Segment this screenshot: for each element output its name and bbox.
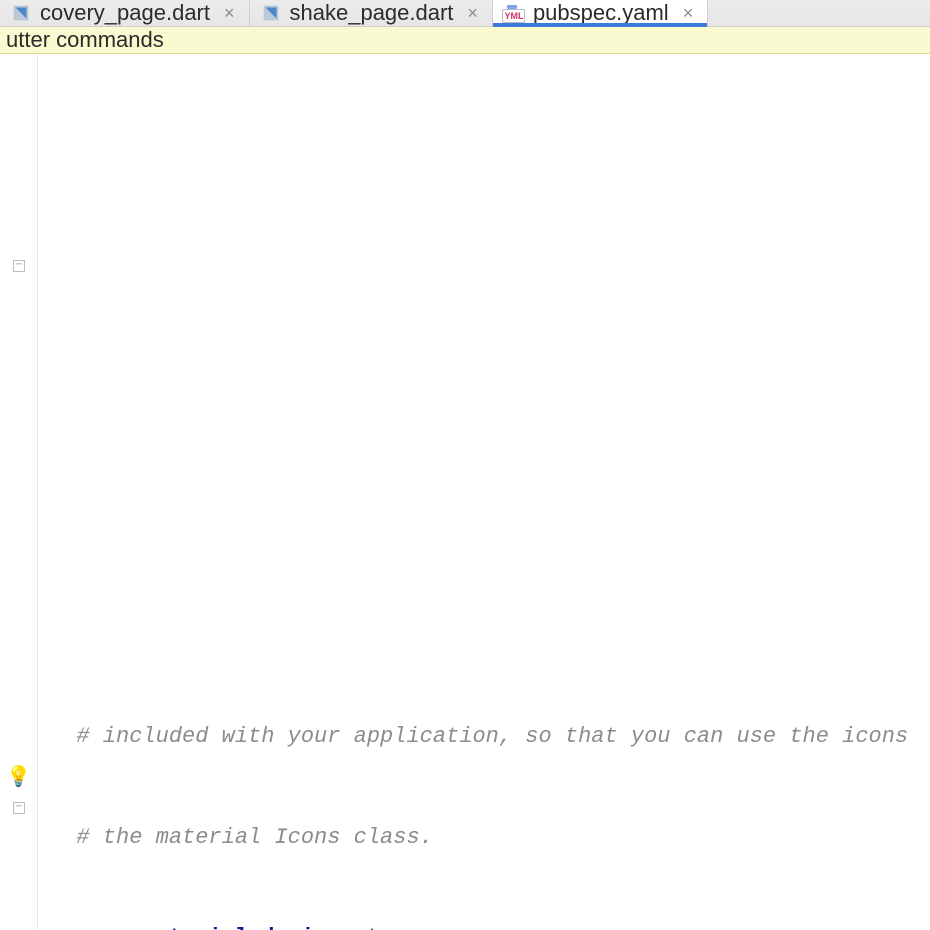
tab-label: covery_page.dart: [40, 0, 210, 26]
code-comment: # the material Icons class.: [76, 825, 432, 850]
tab-pubspec-yaml[interactable]: YML pubspec.yaml ×: [493, 0, 708, 26]
dart-file-icon: [10, 2, 32, 24]
close-icon[interactable]: ×: [683, 3, 694, 24]
tab-label: shake_page.dart: [290, 0, 454, 26]
flutter-commands-banner[interactable]: utter commands: [0, 27, 930, 54]
editor-gutter: ─ 💡 ─: [0, 54, 38, 930]
tab-covery-page[interactable]: covery_page.dart ×: [0, 0, 250, 26]
code-comment: # included with your application, so tha…: [76, 724, 908, 749]
tab-label: pubspec.yaml: [533, 0, 669, 26]
close-icon[interactable]: ×: [224, 3, 235, 24]
editor-tab-bar: covery_page.dart × shake_page.dart × YML…: [0, 0, 930, 27]
fold-toggle-icon[interactable]: ─: [13, 802, 25, 814]
dart-file-icon: [260, 2, 282, 24]
ide-window: { "tabs": [ { "label": "covery_page.dart…: [0, 0, 930, 930]
banner-text: utter commands: [6, 27, 164, 53]
intention-bulb-icon[interactable]: 💡: [6, 764, 31, 790]
code-editor[interactable]: # included with your application, so tha…: [38, 54, 930, 930]
editor-area[interactable]: ─ 💡 ─ # included with your application, …: [0, 54, 930, 930]
yaml-file-icon: YML: [503, 2, 525, 24]
fold-toggle-icon[interactable]: ─: [13, 260, 25, 272]
yaml-value: : true: [340, 925, 419, 930]
tab-shake-page[interactable]: shake_page.dart ×: [250, 0, 493, 26]
close-icon[interactable]: ×: [467, 3, 478, 24]
yaml-key: uses-material-design: [76, 925, 340, 930]
